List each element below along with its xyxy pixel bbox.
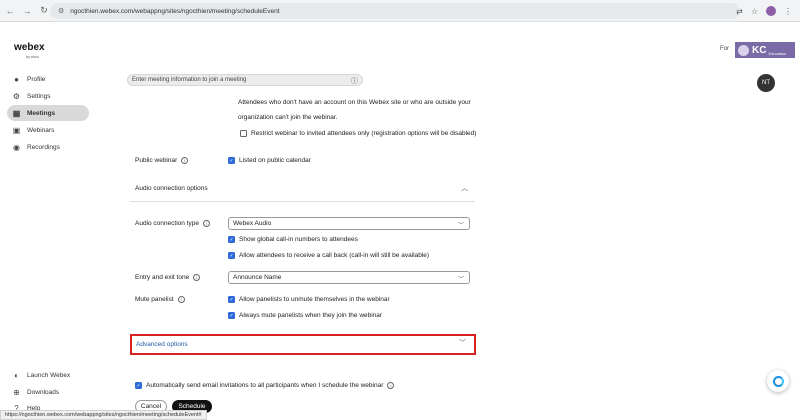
info-icon[interactable]: i bbox=[177, 296, 185, 303]
chevron-up-icon[interactable]: ︿ bbox=[461, 183, 468, 193]
sidebar-item-downloads[interactable]: ⊕ Downloads bbox=[7, 384, 89, 400]
assistant-button[interactable] bbox=[767, 370, 789, 392]
show-callin-label: Show global call-in numbers to attendees bbox=[239, 236, 358, 243]
info-icon[interactable]: i bbox=[181, 157, 189, 164]
allow-callback-label: Allow attendees to receive a call back (… bbox=[239, 252, 430, 259]
webex-logo: webex bbox=[14, 42, 45, 53]
checkbox-checked-icon[interactable]: ✓ bbox=[228, 236, 235, 243]
listed-public-calendar-label: Listed on public calendar bbox=[239, 157, 311, 164]
auto-email-label: Automatically send email invitations to … bbox=[146, 382, 384, 389]
entry-exit-value: Announce Name bbox=[233, 274, 282, 281]
brand-emblem-icon bbox=[738, 44, 749, 56]
webex-logo-sub: by cisco bbox=[26, 55, 39, 59]
mute-panelist-text: Mute panelist bbox=[135, 296, 174, 304]
attendees-note-line1: Attendees who don't have an account on t… bbox=[238, 99, 471, 106]
checkbox-checked-icon[interactable]: ✓ bbox=[228, 252, 235, 259]
brand-text: KC bbox=[752, 44, 767, 56]
always-mute-checkbox[interactable]: ✓ Always mute panelists when they join t… bbox=[228, 312, 382, 319]
webex-icon: ◐ bbox=[14, 370, 19, 380]
sidebar-item-settings[interactable]: ⚙ Settings bbox=[7, 88, 89, 104]
browser-toolbar: ← → ↻ ⚙ ngocthien.webex.com/webappng/sit… bbox=[0, 0, 800, 22]
address-bar[interactable]: ⚙ ngocthien.webex.com/webappng/sites/ngo… bbox=[50, 3, 740, 19]
browser-actions: ⇄ ☆ ⋮ bbox=[736, 3, 800, 19]
forward-icon[interactable]: → bbox=[20, 4, 34, 18]
auto-email-checkbox[interactable]: ✓ Automatically send email invitations t… bbox=[135, 382, 395, 389]
chevron-down-icon[interactable]: ﹀ bbox=[459, 338, 466, 348]
bookmark-star-icon[interactable]: ☆ bbox=[751, 7, 758, 16]
allow-callback-checkbox[interactable]: ✓ Allow attendees to receive a call back… bbox=[228, 252, 429, 259]
checkbox-unchecked-icon[interactable] bbox=[240, 130, 247, 137]
allow-unmute-checkbox[interactable]: ✓ Allow panelists to unmute themselves i… bbox=[228, 296, 390, 303]
sidebar-item-meetings[interactable]: ▦ Meetings bbox=[7, 105, 89, 121]
browser-menu-icon[interactable]: ⋮ bbox=[784, 7, 792, 16]
info-icon[interactable]: i bbox=[202, 220, 210, 227]
site-settings-icon[interactable]: ⚙ bbox=[58, 7, 64, 15]
for-label: For bbox=[720, 46, 729, 52]
sidebar-item-profile[interactable]: ● Profile bbox=[7, 71, 89, 87]
address-url: ngocthien.webex.com/webappng/sites/ngoct… bbox=[70, 7, 280, 15]
info-icon[interactable]: i bbox=[193, 274, 201, 281]
profile-icon: ● bbox=[14, 74, 19, 84]
checkbox-checked-icon[interactable]: ✓ bbox=[228, 157, 235, 164]
info-icon[interactable]: ⓘ bbox=[351, 76, 358, 86]
entry-exit-select[interactable]: Announce Name ﹀ bbox=[228, 271, 470, 284]
restrict-invited-label: Restrict webinar to invited attendees on… bbox=[251, 130, 477, 137]
restrict-invited-checkbox[interactable]: Restrict webinar to invited attendees on… bbox=[240, 130, 476, 137]
gear-icon: ⚙ bbox=[12, 91, 21, 101]
sidebar-item-label: Meetings bbox=[27, 109, 56, 117]
sidebar-item-recordings[interactable]: ◉ Recordings bbox=[7, 139, 89, 155]
audio-type-text: Audio connection type bbox=[135, 220, 199, 228]
sidebar-item-label: Downloads bbox=[27, 388, 60, 396]
chevron-down-icon: ﹀ bbox=[457, 277, 464, 283]
audio-section-title: Audio connection options bbox=[135, 185, 208, 192]
checkbox-checked-icon[interactable]: ✓ bbox=[228, 312, 235, 319]
show-callin-checkbox[interactable]: ✓ Show global call-in numbers to attende… bbox=[228, 236, 358, 243]
join-meeting-search[interactable]: Enter meeting information to join a meet… bbox=[127, 74, 363, 86]
calendar-icon: ▦ bbox=[12, 108, 21, 118]
brand-sub: Education bbox=[768, 50, 787, 56]
always-mute-label: Always mute panelists when they join the… bbox=[239, 312, 383, 319]
sidebar-item-label: Launch Webex bbox=[27, 371, 71, 379]
section-divider bbox=[130, 201, 475, 202]
brand-logo: KC Education bbox=[735, 42, 795, 58]
sidebar-item-label: Settings bbox=[27, 92, 51, 100]
sidebar-item-webinars[interactable]: ▣ Webinars bbox=[7, 122, 89, 138]
audio-type-select[interactable]: Webex Audio ﹀ bbox=[228, 217, 470, 230]
checkbox-checked-icon[interactable]: ✓ bbox=[135, 382, 142, 389]
advanced-options-section[interactable]: Advanced options ﹀ bbox=[130, 334, 476, 355]
download-icon: ⊕ bbox=[13, 387, 20, 397]
chevron-down-icon: ﹀ bbox=[457, 223, 464, 229]
user-avatar[interactable]: NT bbox=[757, 74, 775, 92]
back-icon[interactable]: ← bbox=[3, 4, 17, 18]
public-webinar-label: Public webinar i bbox=[135, 157, 189, 165]
audio-type-value: Webex Audio bbox=[233, 220, 272, 227]
allow-unmute-label: Allow panelists to unmute themselves in … bbox=[239, 296, 390, 303]
checkbox-checked-icon[interactable]: ✓ bbox=[228, 296, 235, 303]
audio-type-label: Audio connection type i bbox=[135, 220, 210, 227]
public-webinar-text: Public webinar bbox=[135, 157, 178, 165]
info-icon[interactable]: i bbox=[387, 382, 395, 389]
advanced-options-label[interactable]: Advanced options bbox=[136, 341, 188, 348]
translate-icon[interactable]: ⇄ bbox=[736, 7, 743, 16]
recording-icon: ◉ bbox=[13, 142, 20, 152]
attendees-note-line2: organization can't join the webinar. bbox=[238, 114, 338, 121]
assistant-icon bbox=[772, 375, 784, 387]
listed-public-calendar-checkbox[interactable]: ✓ Listed on public calendar bbox=[228, 157, 311, 164]
sidebar-item-launch-webex[interactable]: ◐ Launch Webex bbox=[7, 367, 89, 383]
sidebar-item-label: Recordings bbox=[27, 143, 60, 151]
entry-exit-label: Entry and exit tone i bbox=[135, 274, 201, 282]
sidebar-item-label: Profile bbox=[27, 75, 46, 83]
mute-panelist-label: Mute panelist i bbox=[135, 296, 185, 303]
status-bar-url: https://ngocthien.webex.com/webappng/sit… bbox=[0, 410, 207, 420]
entry-exit-text: Entry and exit tone bbox=[135, 274, 190, 282]
sidebar-item-label: Webinars bbox=[27, 126, 55, 134]
webinar-icon: ▣ bbox=[12, 125, 21, 135]
join-meeting-placeholder: Enter meeting information to join a meet… bbox=[132, 77, 247, 83]
reload-icon[interactable]: ↻ bbox=[37, 4, 51, 18]
browser-profile-icon[interactable] bbox=[766, 6, 776, 16]
